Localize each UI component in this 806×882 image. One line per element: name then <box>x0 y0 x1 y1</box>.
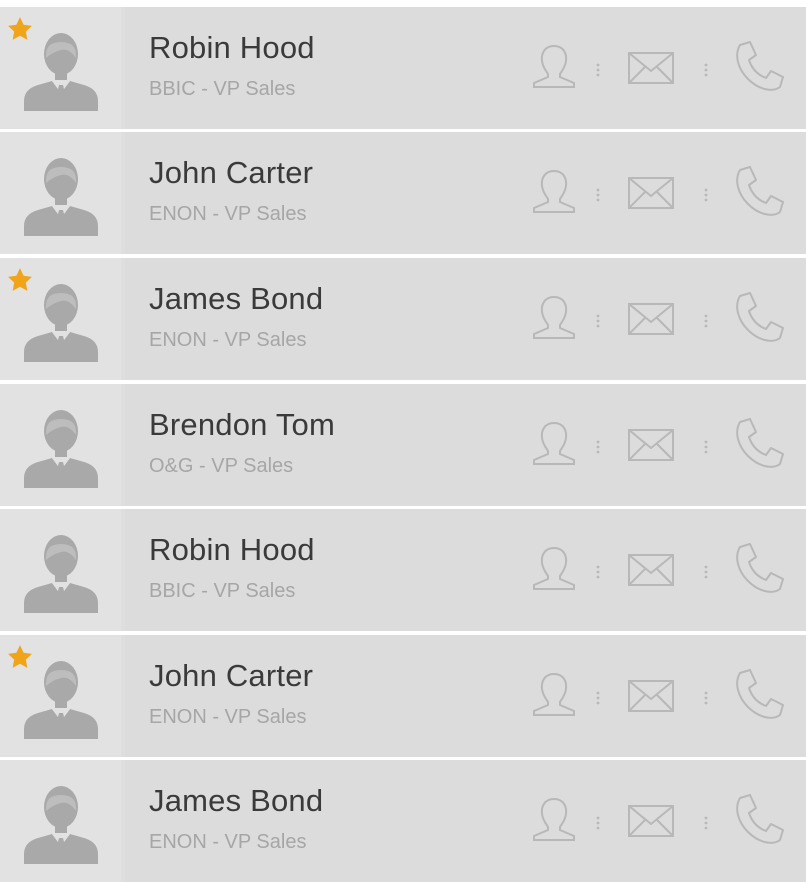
contact-row[interactable]: Robin Hood BBIC - VP Sales <box>0 509 806 631</box>
contact-row[interactable]: James Bond ENON - VP Sales <box>0 760 806 882</box>
separator-dots <box>704 314 708 328</box>
avatar-cell <box>0 132 121 254</box>
person-avatar-icon <box>24 661 98 739</box>
person-avatar-icon <box>24 158 98 236</box>
contact-name: James Bond <box>149 281 324 316</box>
contact-subtitle: ENON - VP Sales <box>149 329 307 351</box>
person-avatar-icon <box>24 786 98 864</box>
contact-row[interactable]: Robin Hood BBIC - VP Sales <box>0 7 806 129</box>
contact-row[interactable]: Brendon Tom O&G - VP Sales <box>0 384 806 506</box>
contact-row[interactable]: James Bond ENON - VP Sales <box>0 258 806 380</box>
separator-dots <box>704 691 708 705</box>
avatar-cell <box>0 509 121 631</box>
separator-dots <box>596 691 600 705</box>
phone-handset-icon[interactable] <box>732 39 786 93</box>
avatar-cell <box>0 760 121 882</box>
separator-dots <box>704 440 708 454</box>
contact-profile-icon[interactable] <box>529 543 579 593</box>
mail-envelope-icon[interactable] <box>627 804 675 838</box>
contact-subtitle: ENON - VP Sales <box>149 706 307 728</box>
contact-info: James Bond ENON - VP Sales <box>125 760 806 882</box>
contact-profile-icon[interactable] <box>529 166 579 216</box>
separator-dots <box>704 63 708 77</box>
contact-subtitle: ENON - VP Sales <box>149 203 307 225</box>
person-avatar-icon <box>24 284 98 362</box>
separator-dots <box>704 188 708 202</box>
separator-dots <box>704 565 708 579</box>
contact-subtitle: BBIC - VP Sales <box>149 580 296 602</box>
mail-envelope-icon[interactable] <box>627 176 675 210</box>
separator-dots <box>596 188 600 202</box>
phone-handset-icon[interactable] <box>732 164 786 218</box>
avatar-cell <box>0 7 121 129</box>
avatar-cell <box>0 258 121 380</box>
contact-subtitle: BBIC - VP Sales <box>149 78 296 100</box>
contact-name: James Bond <box>149 783 324 818</box>
separator-dots <box>596 565 600 579</box>
contact-subtitle: O&G - VP Sales <box>149 455 294 477</box>
person-avatar-icon <box>24 535 98 613</box>
contact-info: Brendon Tom O&G - VP Sales <box>125 384 806 506</box>
mail-envelope-icon[interactable] <box>627 51 675 85</box>
phone-handset-icon[interactable] <box>732 667 786 721</box>
mail-envelope-icon[interactable] <box>627 302 675 336</box>
separator-dots <box>704 816 708 830</box>
contact-row[interactable]: John Carter ENON - VP Sales <box>0 635 806 757</box>
avatar-cell <box>0 384 121 506</box>
separator-dots <box>596 63 600 77</box>
phone-handset-icon[interactable] <box>732 792 786 846</box>
contact-info: John Carter ENON - VP Sales <box>125 635 806 757</box>
contact-subtitle: ENON - VP Sales <box>149 831 307 853</box>
contact-name: Brendon Tom <box>149 407 336 442</box>
mail-envelope-icon[interactable] <box>627 428 675 462</box>
mail-envelope-icon[interactable] <box>627 553 675 587</box>
contact-name: Robin Hood <box>149 30 315 65</box>
avatar-cell <box>0 635 121 757</box>
contact-name: John Carter <box>149 658 314 693</box>
contact-row[interactable]: John Carter ENON - VP Sales <box>0 132 806 254</box>
contact-profile-icon[interactable] <box>529 669 579 719</box>
person-avatar-icon <box>24 33 98 111</box>
phone-handset-icon[interactable] <box>732 290 786 344</box>
phone-handset-icon[interactable] <box>732 416 786 470</box>
contact-profile-icon[interactable] <box>529 41 579 91</box>
separator-dots <box>596 440 600 454</box>
contact-profile-icon[interactable] <box>529 292 579 342</box>
person-avatar-icon <box>24 410 98 488</box>
phone-handset-icon[interactable] <box>732 541 786 595</box>
contact-info: Robin Hood BBIC - VP Sales <box>125 509 806 631</box>
contact-list: Robin Hood BBIC - VP Sales John Carter E… <box>0 7 806 882</box>
contact-name: Robin Hood <box>149 532 315 567</box>
mail-envelope-icon[interactable] <box>627 679 675 713</box>
separator-dots <box>596 816 600 830</box>
contact-info: James Bond ENON - VP Sales <box>125 258 806 380</box>
contact-profile-icon[interactable] <box>529 794 579 844</box>
contact-info: Robin Hood BBIC - VP Sales <box>125 7 806 129</box>
contact-name: John Carter <box>149 155 314 190</box>
separator-dots <box>596 314 600 328</box>
contact-info: John Carter ENON - VP Sales <box>125 132 806 254</box>
contact-profile-icon[interactable] <box>529 418 579 468</box>
